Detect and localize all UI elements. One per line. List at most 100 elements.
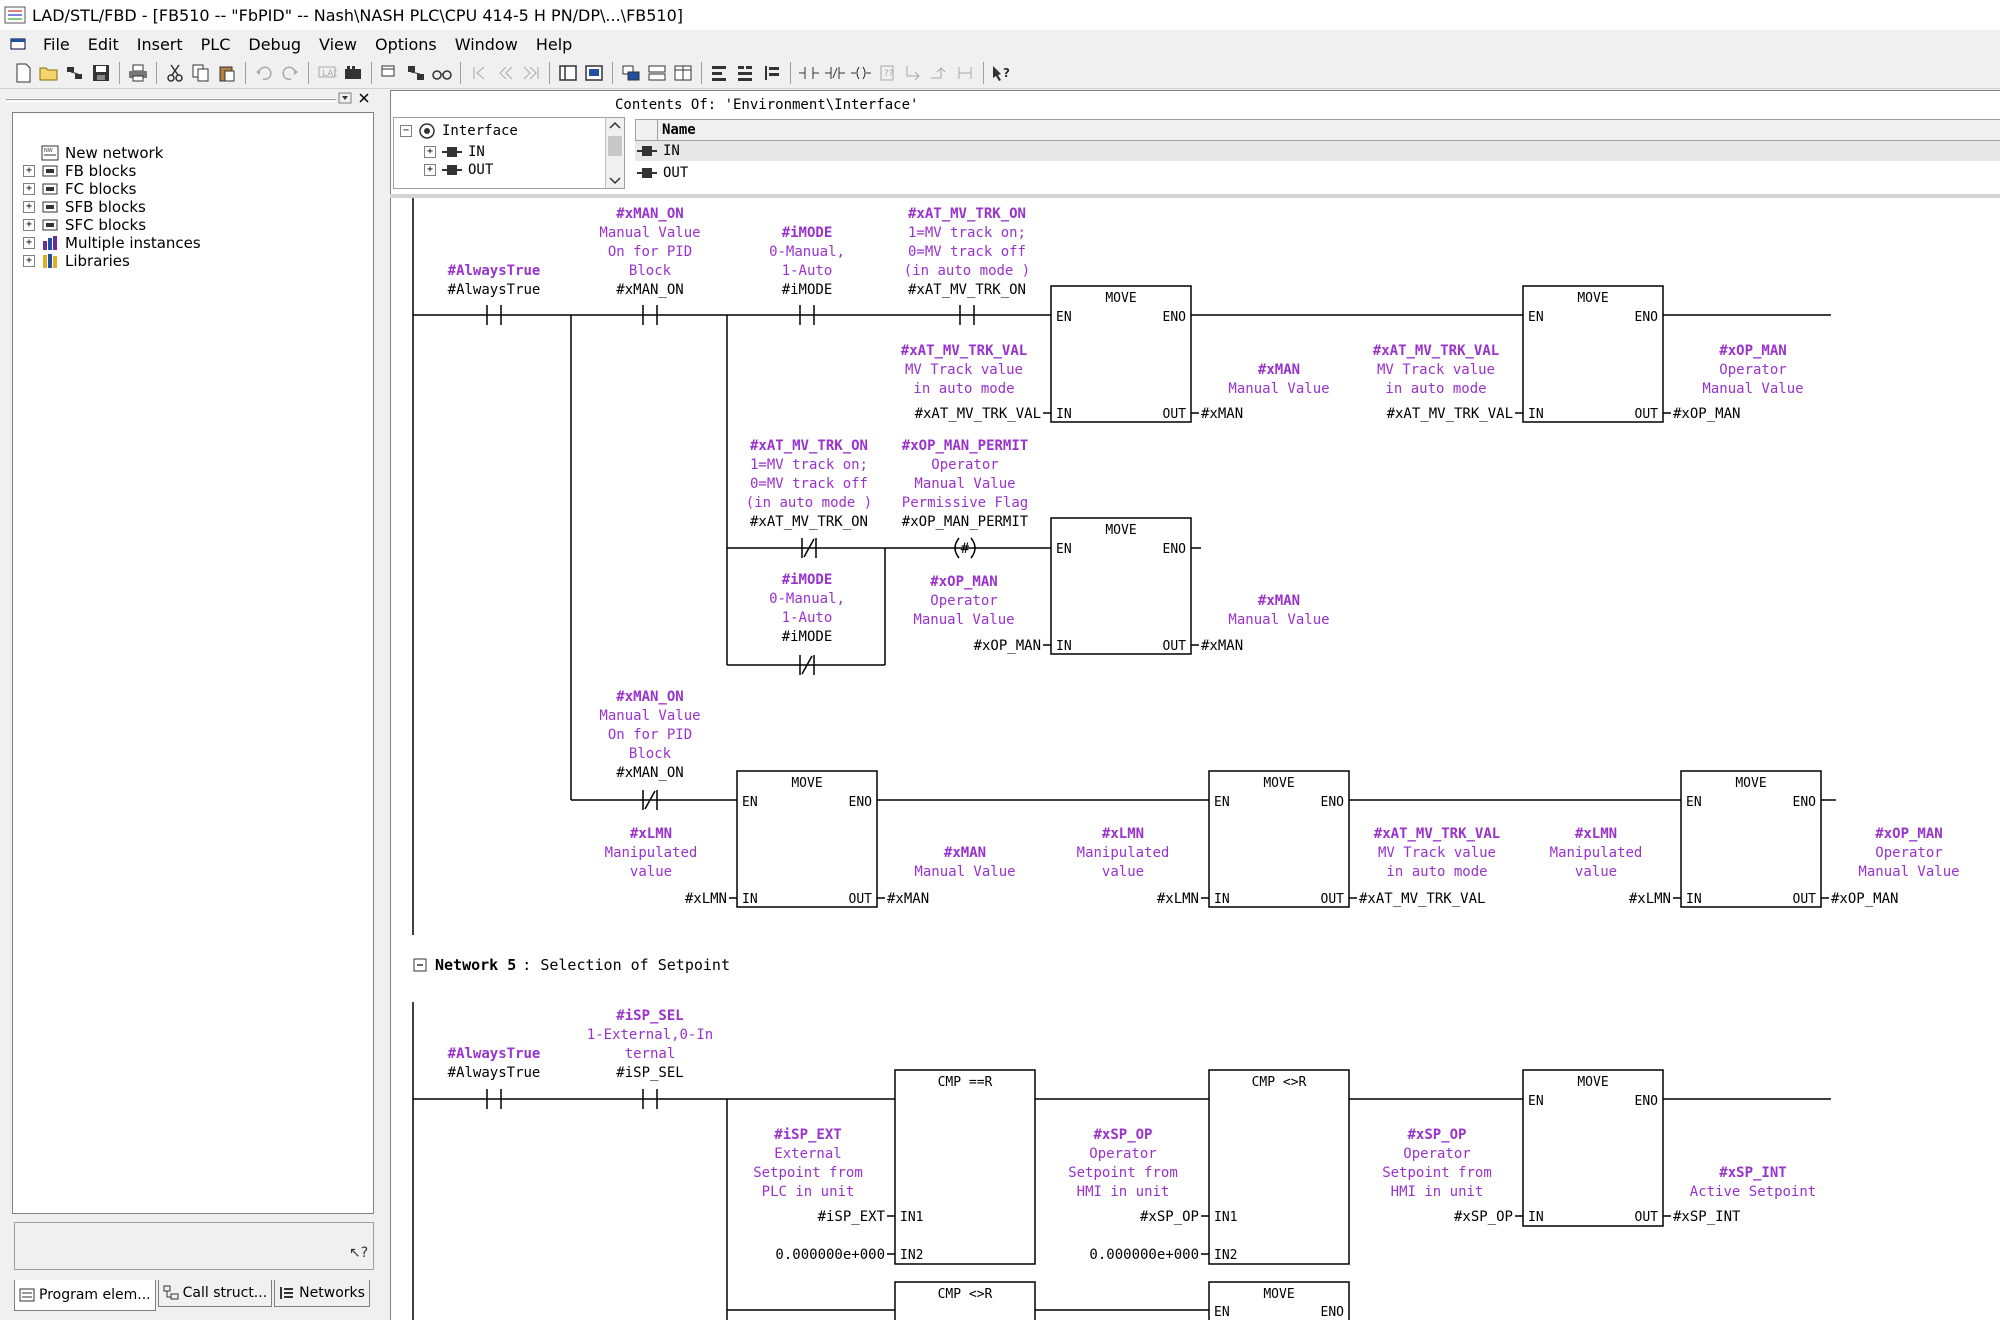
tree-label: Interface <box>442 123 518 139</box>
tree-item-label: SFB blocks <box>65 198 146 216</box>
scroll-thumb[interactable] <box>608 136 622 156</box>
symbol-comment: 0=MV track off <box>908 244 1026 260</box>
expand-plus-icon[interactable]: + <box>424 146 436 158</box>
element-info-area: ↖? <box>14 1222 374 1270</box>
collapse-minus-icon[interactable]: − <box>400 125 412 137</box>
close-branch-icon[interactable] <box>952 61 978 85</box>
symbol-name: #xMAN <box>1258 593 1300 609</box>
operand-address: #iSP_EXT <box>818 1209 886 1225</box>
collapse-network-icon[interactable] <box>413 958 427 972</box>
help-context-icon[interactable]: ↖? <box>347 1243 369 1263</box>
list-item[interactable]: IN <box>635 141 2000 161</box>
undo-icon[interactable] <box>251 61 277 85</box>
tree-item-label: Multiple instances <box>65 234 201 252</box>
expand-plus-icon[interactable]: + <box>23 201 35 213</box>
overview-icon[interactable] <box>555 61 581 85</box>
symbol-comment: value <box>630 864 672 880</box>
expand-plus-icon[interactable]: + <box>424 164 436 176</box>
contact-no-icon[interactable] <box>796 61 822 85</box>
tab-program-elements[interactable]: Program elem... <box>14 1280 156 1311</box>
tree-item-fb-blocks[interactable]: + FB blocks <box>23 161 136 181</box>
coil-icon[interactable] <box>848 61 874 85</box>
tab-call-structure[interactable]: Call struct... <box>157 1280 273 1307</box>
ref-icon[interactable] <box>618 61 644 85</box>
module-info-icon[interactable] <box>340 61 366 85</box>
accessible-nodes-icon[interactable] <box>62 61 88 85</box>
document-system-menu-icon[interactable] <box>10 37 28 51</box>
download-icon[interactable] <box>377 61 403 85</box>
open-branch-icon[interactable] <box>926 61 952 85</box>
scroll-up-icon[interactable] <box>606 118 624 132</box>
box-title: MOVE <box>1577 291 1608 306</box>
new-network-icon[interactable] <box>707 61 733 85</box>
split-icon[interactable] <box>670 61 696 85</box>
menu-plc[interactable]: PLC <box>192 35 240 54</box>
tree-item-fc-blocks[interactable]: + FC blocks <box>23 179 136 199</box>
menu-debug[interactable]: Debug <box>239 35 310 54</box>
jump-icon[interactable] <box>900 61 926 85</box>
expand-plus-icon[interactable]: + <box>23 237 35 249</box>
operand-address: #xMAN_ON <box>616 765 683 781</box>
window-title: LAD/STL/FBD - [FB510 -- "FbPID" -- Nash\… <box>32 5 684 25</box>
scroll-down-icon[interactable] <box>606 174 624 188</box>
box-title: MOVE <box>791 776 822 791</box>
save-icon[interactable] <box>88 61 114 85</box>
panel-menu-icon[interactable] <box>338 92 352 104</box>
copy-icon[interactable] <box>188 61 214 85</box>
print-icon[interactable] <box>125 61 151 85</box>
help-icon[interactable]: ? <box>989 61 1015 85</box>
network-icon[interactable] <box>759 61 785 85</box>
glasses-icon[interactable] <box>429 61 455 85</box>
tree-item-sfc-blocks[interactable]: + SFC blocks <box>23 215 146 235</box>
tree-scrollbar[interactable] <box>605 118 624 188</box>
monitor-icon[interactable]: LAD <box>314 61 340 85</box>
open-icon[interactable] <box>36 61 62 85</box>
tree-item-sfb-blocks[interactable]: + SFB blocks <box>23 197 146 217</box>
menu-options[interactable]: Options <box>366 35 446 54</box>
box-title: MOVE <box>1105 523 1136 538</box>
box-pin-label: ENO <box>1163 310 1187 325</box>
contact-nc-icon[interactable] <box>822 61 848 85</box>
interface-tree-root[interactable]: − Interface <box>400 122 518 140</box>
symbol-name: #xMAN <box>1258 362 1300 378</box>
panel-close-icon[interactable] <box>358 92 370 104</box>
tree-item-libraries[interactable]: + Libraries <box>23 251 130 271</box>
menu-insert[interactable]: Insert <box>128 35 192 54</box>
tile-icon[interactable] <box>644 61 670 85</box>
interface-tree: − Interface + IN + OUT <box>393 117 625 189</box>
expand-plus-icon[interactable]: + <box>23 165 35 177</box>
cut-icon[interactable] <box>162 61 188 85</box>
box-pin-label: IN <box>742 892 758 907</box>
prev-icon[interactable] <box>492 61 518 85</box>
menu-window[interactable]: Window <box>446 35 527 54</box>
box-pin-label: OUT <box>1163 639 1187 654</box>
expand-plus-icon[interactable]: + <box>23 219 35 231</box>
detail-icon[interactable] <box>581 61 607 85</box>
symbol-name: #xOP_MAN <box>1875 826 1942 842</box>
list-item[interactable]: OUT <box>635 163 2000 183</box>
interface-tree-in[interactable]: + IN <box>424 144 485 160</box>
expand-plus-icon[interactable]: + <box>23 183 35 195</box>
network-5-header[interactable]: Network 5 : Selection of Setpoint <box>413 956 730 974</box>
next-icon[interactable] <box>518 61 544 85</box>
view-icon[interactable] <box>403 61 429 85</box>
first-icon[interactable] <box>466 61 492 85</box>
new-icon[interactable] <box>10 61 36 85</box>
box-icon[interactable]: ?? <box>874 61 900 85</box>
panel-tabs: Program elem... Call struct... Networks <box>14 1280 374 1311</box>
insert-network-icon[interactable] <box>733 61 759 85</box>
paste-icon[interactable] <box>214 61 240 85</box>
redo-icon[interactable] <box>277 61 303 85</box>
name-column-header[interactable]: Name <box>657 119 2000 141</box>
contents-of-label: Contents Of: 'Environment\Interface' <box>615 97 919 113</box>
menu-edit[interactable]: Edit <box>79 35 128 54</box>
menu-view[interactable]: View <box>310 35 366 54</box>
tree-item-new-network[interactable]: NW New network <box>41 143 163 163</box>
symbol-comment: Block <box>629 746 672 762</box>
tab-networks[interactable]: Networks <box>274 1280 370 1307</box>
menu-file[interactable]: File <box>34 35 79 54</box>
menu-help[interactable]: Help <box>527 35 581 54</box>
expand-plus-icon[interactable]: + <box>23 255 35 267</box>
tree-item-multiple-instances[interactable]: + Multiple instances <box>23 233 201 253</box>
interface-tree-out[interactable]: + OUT <box>424 162 493 178</box>
